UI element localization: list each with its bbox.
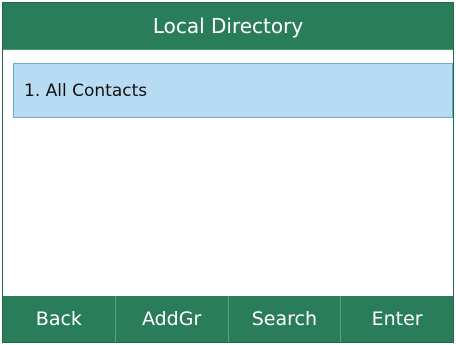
- directory-list: 1. All Contacts: [3, 50, 453, 300]
- page-title: Local Directory: [152, 14, 304, 38]
- title-bar: Local Directory: [3, 3, 453, 50]
- phone-screen: Local Directory 1. All Contacts Back Add…: [2, 2, 454, 343]
- enter-button[interactable]: Enter: [340, 296, 453, 342]
- back-button[interactable]: Back: [3, 296, 115, 342]
- search-button[interactable]: Search: [227, 296, 341, 342]
- list-item-label: 1. All Contacts: [24, 80, 148, 101]
- add-group-button[interactable]: AddGr: [114, 296, 228, 342]
- list-item-all-contacts[interactable]: 1. All Contacts: [13, 63, 453, 118]
- softkey-bar: Back AddGr Search Enter: [3, 296, 453, 342]
